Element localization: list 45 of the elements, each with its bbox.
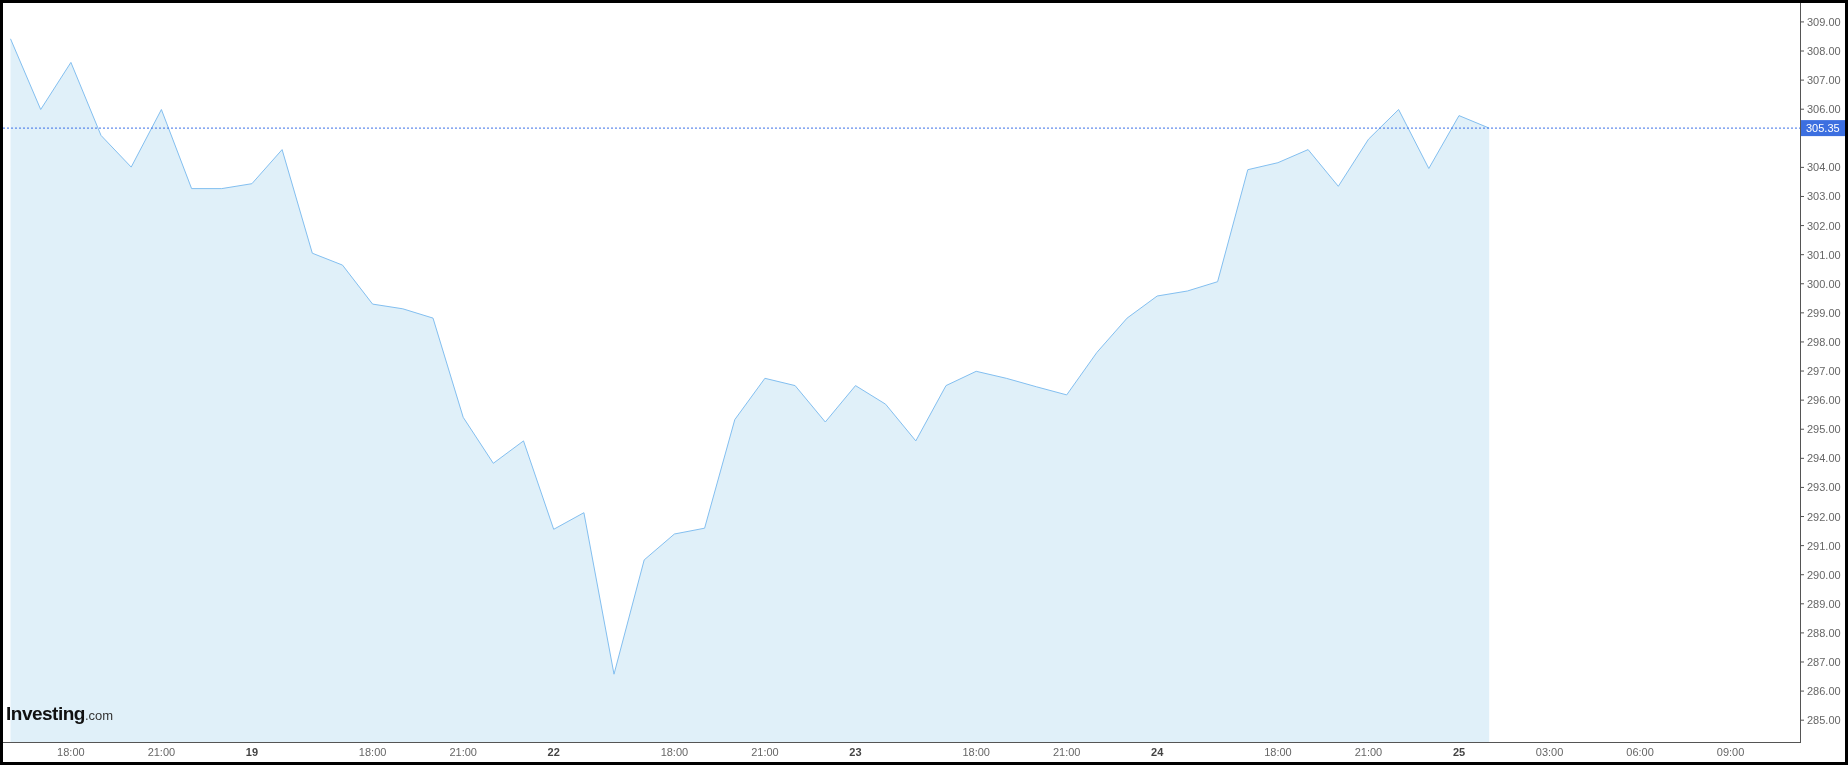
x-axis-label: 09:00 <box>1716 746 1745 758</box>
x-axis-label: 06:00 <box>1626 746 1654 758</box>
x-axis-label: 21:00 <box>1354 746 1383 758</box>
y-axis-label: 286.00 <box>1807 685 1841 698</box>
y-axis-label: 307.00 <box>1807 74 1841 87</box>
x-axis-label: 22 <box>547 746 560 758</box>
ref-line-label: 305.35 <box>1806 122 1840 135</box>
x-axis-label: 18:00 <box>358 746 387 758</box>
y-axis-label: 288.00 <box>1807 626 1841 639</box>
y-axis-label: 302.00 <box>1807 219 1841 232</box>
y-axis-label: 291.00 <box>1807 539 1841 552</box>
x-axis-label: 03:00 <box>1535 746 1564 758</box>
x-axis-label: 18:00 <box>660 746 689 758</box>
y-axis-label: 290.00 <box>1807 568 1841 581</box>
x-axis-label: 21:00 <box>751 746 779 758</box>
y-axis-label: 293.00 <box>1807 481 1841 494</box>
y-axis-label: 303.00 <box>1807 190 1841 203</box>
x-axis-label: 18:00 <box>1264 746 1292 758</box>
y-axis-label: 306.00 <box>1807 103 1841 116</box>
y-axis-label: 309.00 <box>1807 15 1841 28</box>
x-axis-label: 18:00 <box>962 746 990 758</box>
y-axis-label: 292.00 <box>1807 510 1841 523</box>
x-axis-label: 21:00 <box>449 746 477 758</box>
y-axis-label: 300.00 <box>1807 277 1841 290</box>
y-axis-label: 297.00 <box>1807 365 1841 378</box>
x-axis-label: 23 <box>849 746 862 758</box>
logo-text: Investing.com <box>6 703 114 725</box>
y-axis-label: 301.00 <box>1807 248 1841 261</box>
y-axis-label: 289.00 <box>1807 597 1841 610</box>
x-axis-label: 25 <box>1452 746 1466 758</box>
y-axis-label: 287.00 <box>1807 656 1841 668</box>
y-axis-label: 294.00 <box>1807 452 1841 465</box>
x-axis-label: 24 <box>1151 746 1164 758</box>
y-axis-label: 304.00 <box>1807 161 1841 174</box>
y-axis-label: 299.00 <box>1807 306 1841 319</box>
y-axis-label: 298.00 <box>1807 335 1841 348</box>
price-badge: 305.35 <box>1801 120 1845 137</box>
y-axis-label: 295.00 <box>1807 423 1841 436</box>
y-axis-label: 296.00 <box>1807 394 1841 407</box>
x-axis-label: 19 <box>245 746 259 758</box>
y-axis-label: 308.00 <box>1807 45 1841 57</box>
x-axis-label: 21:00 <box>1052 746 1081 758</box>
y-axis-label: 285.00 <box>1807 714 1841 727</box>
x-axis-label: 18:00 <box>57 746 85 758</box>
x-axis-label: 21:00 <box>147 746 176 758</box>
